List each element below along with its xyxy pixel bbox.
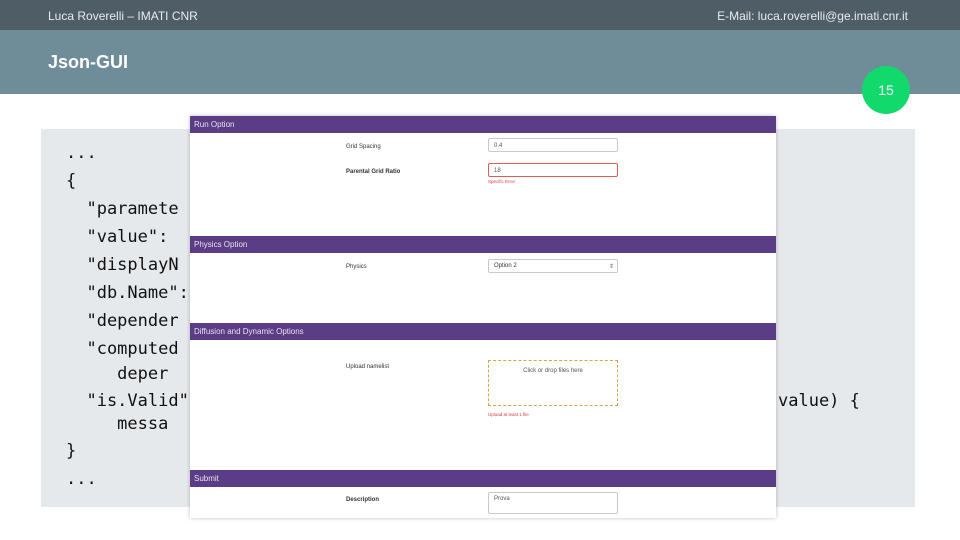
generated-form: Run Option Grid Spacing 0.4 Parental Gri… [190, 116, 776, 518]
code-line: "value": [66, 227, 169, 247]
upload-hint: Upload at least 1 file [488, 412, 529, 417]
slide-top-bar: Luca Roverelli – IMATI CNR E-Mail: luca.… [0, 0, 960, 30]
code-line-fragment: value) { [778, 391, 860, 411]
author-text: Luca Roverelli – IMATI CNR [48, 9, 198, 23]
dropzone-text: Click or drop files here [523, 368, 583, 374]
physics-select[interactable]: Option 2 ⇕ [488, 259, 618, 273]
section-header-run-option: Run Option [190, 116, 776, 133]
parental-ratio-input[interactable]: 18 [488, 163, 618, 177]
slide-title: Json-GUI [48, 52, 129, 72]
description-textarea[interactable]: Prova [488, 492, 618, 514]
code-line: { [66, 171, 77, 191]
code-line: ... [66, 469, 97, 489]
grid-spacing-input[interactable]: 0.4 [488, 138, 618, 152]
upload-label: Upload namelist [346, 364, 390, 370]
page-number-badge: 15 [862, 66, 910, 114]
section-header-diffusion: Diffusion and Dynamic Options [190, 323, 776, 340]
file-dropzone[interactable]: Click or drop files here [488, 360, 618, 406]
chevron-updown-icon: ⇕ [608, 264, 614, 270]
code-line: "displayN [66, 255, 179, 275]
code-line: "paramete [66, 199, 179, 219]
physics-label: Physics [346, 264, 367, 270]
code-line: "db.Name": [66, 283, 189, 303]
section-header-submit: Submit [190, 470, 776, 487]
grid-spacing-label: Grid Spacing [346, 144, 381, 150]
code-line: "depender [66, 311, 179, 331]
parental-ratio-error: Specific Error [488, 179, 516, 184]
description-label: Description [346, 497, 380, 503]
code-line: ... [66, 143, 97, 163]
code-line: deper [66, 364, 169, 384]
section-header-physics-option: Physics Option [190, 236, 776, 253]
slide-title-bar: Json-GUI [0, 30, 960, 94]
code-line: } [66, 441, 77, 461]
physics-select-value: Option 2 [494, 263, 517, 269]
code-line: "computed [66, 339, 179, 359]
email-text: E-Mail: luca.roverelli@ge.imati.cnr.it [717, 9, 908, 23]
code-line: messa [66, 414, 169, 434]
code-line: "is.Valid" [66, 391, 189, 411]
parental-ratio-label: Parental Grid Ratio [346, 169, 401, 175]
